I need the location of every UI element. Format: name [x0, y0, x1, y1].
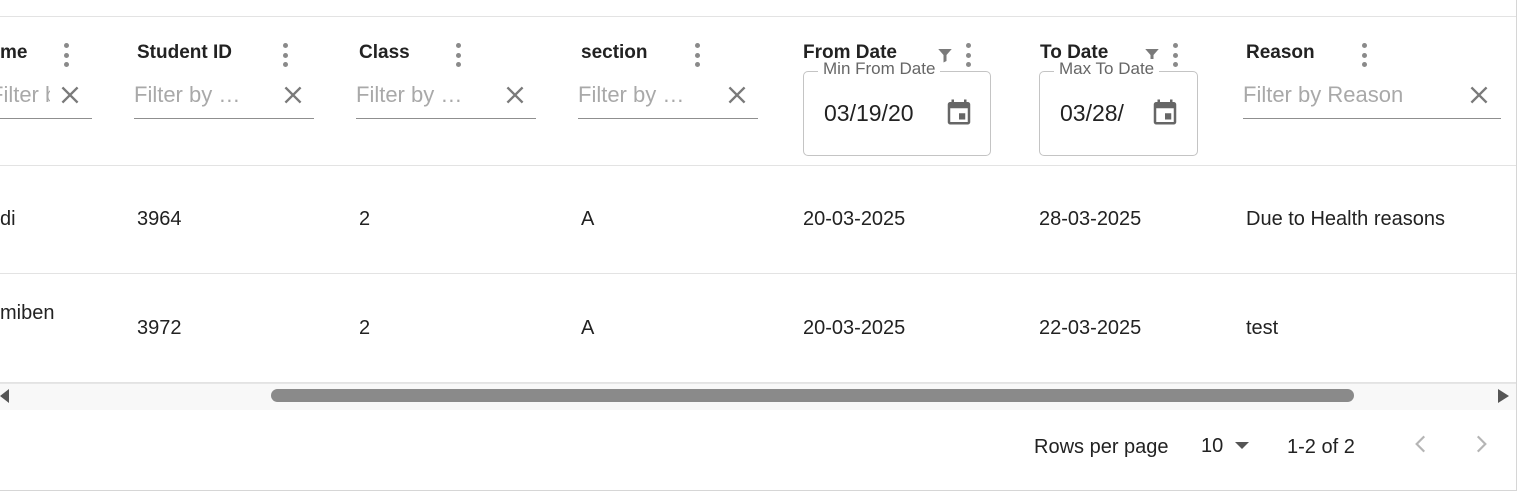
- column-menu-icon-name[interactable]: [62, 43, 70, 67]
- cell-name: miben: [0, 302, 55, 324]
- clear-x-icon[interactable]: [1466, 82, 1492, 108]
- filter-reason-input[interactable]: [1243, 80, 1455, 110]
- column-menu-icon-class[interactable]: [454, 43, 462, 67]
- rows-per-page-select[interactable]: 10: [1201, 435, 1223, 458]
- clear-x-icon[interactable]: [724, 82, 750, 108]
- min-from-date-field[interactable]: Min From Date 03/19/20: [803, 59, 991, 156]
- horizontal-scrollbar[interactable]: [0, 383, 1516, 410]
- calendar-icon[interactable]: [944, 96, 974, 128]
- filter-name: [0, 76, 92, 119]
- dropdown-caret-icon[interactable]: [1235, 442, 1249, 449]
- filter-name-input[interactable]: [0, 80, 50, 110]
- column-menu-icon-student-id[interactable]: [281, 43, 289, 67]
- clear-x-icon[interactable]: [502, 82, 528, 108]
- scrollbar-thumb[interactable]: [271, 389, 1354, 402]
- min-from-date-value[interactable]: 03/19/20: [824, 100, 920, 127]
- column-menu-icon-to-date[interactable]: [1171, 43, 1179, 67]
- filter-reason: [1243, 76, 1501, 119]
- column-title-class[interactable]: Class: [359, 42, 410, 64]
- cell-student-id: 3972: [137, 317, 182, 339]
- column-menu-icon-from-date[interactable]: [964, 43, 972, 67]
- scroll-right-arrow-icon[interactable]: [1498, 389, 1509, 403]
- filter-class: [356, 76, 536, 119]
- cell-to-date: 22-03-2025: [1039, 317, 1142, 339]
- clear-x-icon[interactable]: [280, 82, 306, 108]
- chevron-left-icon[interactable]: [1408, 431, 1434, 457]
- filter-section-input[interactable]: [578, 80, 718, 110]
- filter-class-input[interactable]: [356, 80, 496, 110]
- table-row[interactable]: di 3964 2 A 20-03-2025 28-03-2025 Due to…: [0, 166, 1516, 274]
- column-menu-icon-reason[interactable]: [1360, 43, 1368, 67]
- cell-student-id: 3964: [137, 208, 182, 230]
- column-menu-icon-section[interactable]: [693, 43, 701, 67]
- pagination-footer: Rows per page 10 1-2 of 2: [0, 409, 1516, 489]
- rows-per-page-label: Rows per page: [1034, 436, 1169, 458]
- table-row[interactable]: miben 3972 2 A 20-03-2025 22-03-2025 tes…: [0, 274, 1516, 383]
- filter-student-id: [134, 76, 314, 119]
- min-from-date-label: Min From Date: [818, 59, 941, 79]
- chevron-right-icon[interactable]: [1468, 431, 1494, 457]
- max-to-date-value[interactable]: 03/28/: [1060, 100, 1124, 127]
- data-grid: me Student ID Class section From Date: [0, 0, 1517, 491]
- clear-x-icon[interactable]: [57, 82, 83, 108]
- cell-from-date: 20-03-2025: [803, 208, 906, 230]
- scroll-left-arrow-icon[interactable]: [0, 389, 9, 403]
- filter-section: [578, 76, 758, 119]
- column-title-name[interactable]: me: [0, 42, 27, 64]
- column-title-section[interactable]: section: [581, 42, 648, 64]
- cell-reason: test: [1246, 317, 1279, 339]
- cell-from-date: 20-03-2025: [803, 317, 906, 339]
- cell-to-date: 28-03-2025: [1039, 208, 1142, 230]
- grid-header: me Student ID Class section From Date: [0, 17, 1516, 166]
- calendar-icon[interactable]: [1150, 96, 1180, 128]
- cell-class: 2: [359, 208, 371, 230]
- pagination-range: 1-2 of 2: [1287, 436, 1355, 458]
- filter-student-id-input[interactable]: [134, 80, 274, 110]
- max-to-date-label: Max To Date: [1054, 59, 1160, 79]
- cell-section: A: [581, 317, 595, 339]
- cell-reason: Due to Health reasons: [1246, 208, 1446, 230]
- cell-class: 2: [359, 317, 371, 339]
- column-title-reason[interactable]: Reason: [1246, 42, 1315, 64]
- cell-name: di: [0, 208, 16, 230]
- max-to-date-field[interactable]: Max To Date 03/28/: [1039, 59, 1198, 156]
- cell-section: A: [581, 208, 595, 230]
- column-title-student-id[interactable]: Student ID: [137, 42, 232, 64]
